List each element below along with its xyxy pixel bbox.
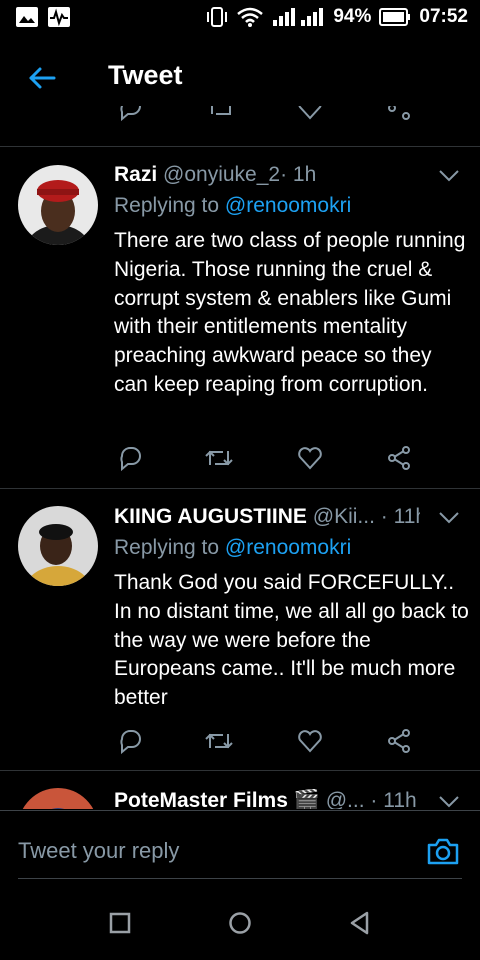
previous-tweet-actions [0,106,480,126]
tweet-time: · 11h [370,789,417,809]
replying-to: Replying to @renoomokri [114,194,352,217]
tweet-actions [114,727,434,757]
chevron-down-icon[interactable] [438,795,460,809]
reply-underline [18,878,462,879]
tweet-time: · 1h [280,163,317,186]
camera-icon[interactable] [426,836,460,866]
tweet-time: · 11h [380,505,420,528]
retweet-icon[interactable] [204,727,234,755]
reply-icon[interactable] [116,444,144,472]
avatar[interactable] [18,788,98,809]
back-arrow-icon[interactable] [26,62,58,94]
system-nav-bar [0,888,480,960]
replying-to: Replying to @renoomokri [114,536,352,559]
battery-percent: 94% [333,6,372,27]
tweet-text: Thank God you said FORCEFULLY.. In no di… [114,571,469,710]
author-handle[interactable]: @Kii... [313,505,375,528]
home-icon[interactable] [227,910,253,936]
divider [0,810,480,811]
tweet-actions [114,444,434,474]
mention-link[interactable]: @renoomokri [225,194,351,217]
page-title: Tweet [108,60,183,90]
like-icon[interactable] [296,727,324,755]
tweet[interactable]: Razi @onyiuke_2· 1h Replying to @renoomo… [0,147,480,487]
avatar[interactable] [18,165,98,245]
activity-icon [48,7,70,27]
like-icon[interactable] [296,444,324,472]
back-icon[interactable] [347,910,373,936]
retweet-icon[interactable] [204,444,234,472]
vibrate-icon [207,7,228,27]
like-icon[interactable] [296,106,324,122]
retweet-icon[interactable] [206,106,236,122]
reply-icon[interactable] [116,106,144,122]
avatar[interactable] [18,506,98,586]
mention-link[interactable]: @renoomokri [225,536,351,559]
author-handle[interactable]: @onyiuke_2 [163,163,280,186]
recent-apps-icon[interactable] [107,910,133,936]
reply-input[interactable]: Tweet your reply [18,838,179,864]
wifi-icon [237,7,264,27]
share-icon[interactable] [386,727,414,755]
author-handle[interactable]: @... [326,789,365,809]
gallery-icon [16,7,38,27]
author-name[interactable]: PoteMaster Films 🎬 [114,789,320,809]
tweet[interactable]: KIING AUGUSTIINE @Kii... · 11h Replying … [0,489,480,769]
tweet-text: There are two class of people running Ni… [114,229,466,396]
author-name[interactable]: KIING AUGUSTIINE [114,505,307,528]
share-icon[interactable] [386,444,414,472]
battery-icon [379,8,411,26]
chevron-down-icon[interactable] [438,511,460,525]
share-icon[interactable] [386,106,414,122]
author-name[interactable]: Razi [114,163,157,186]
reply-bar: Tweet your reply [0,812,480,878]
status-bar: 94% 07:52 [0,0,480,36]
chevron-down-icon[interactable] [438,169,460,183]
clock: 07:52 [419,6,468,27]
tweet[interactable]: PoteMaster Films 🎬 @... · 11h [0,771,480,809]
signal-icon [273,8,324,26]
reply-icon[interactable] [116,727,144,755]
